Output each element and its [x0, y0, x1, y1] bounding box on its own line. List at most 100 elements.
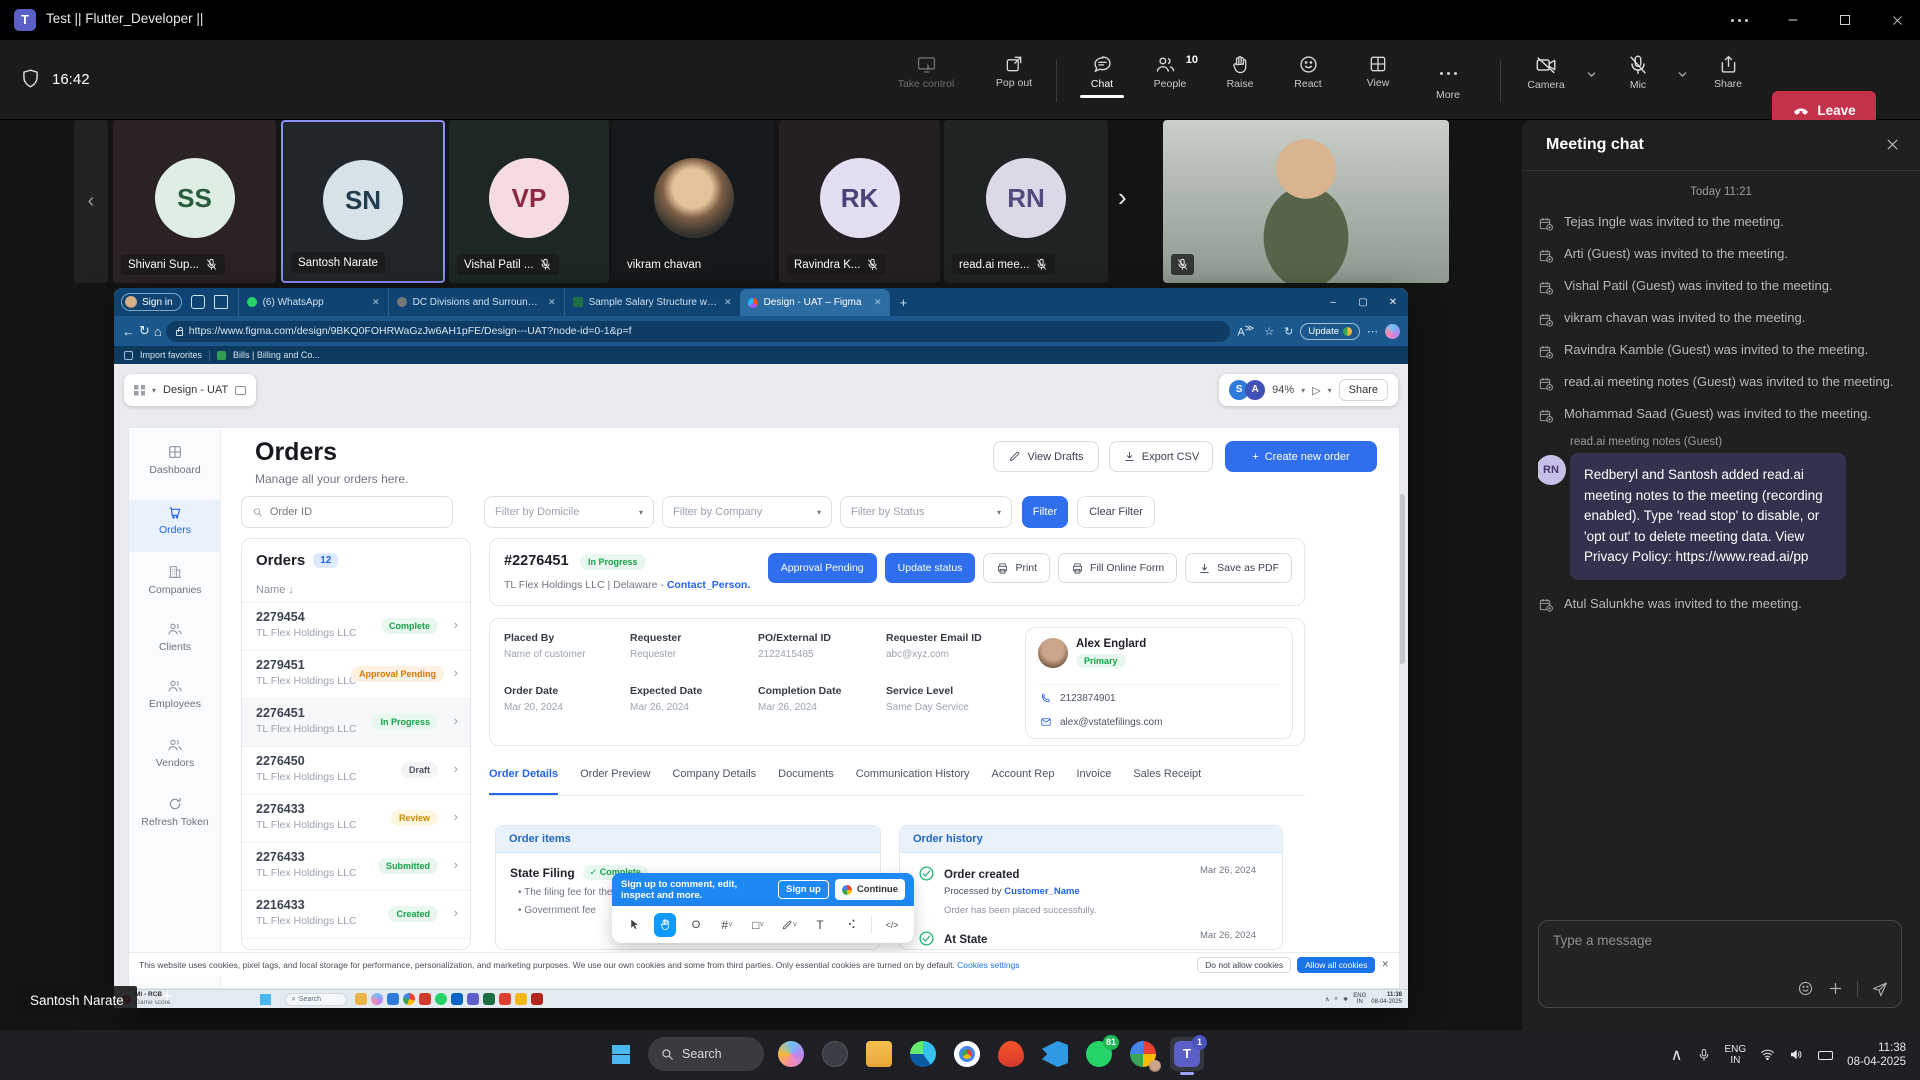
send-message-icon[interactable]: [1871, 980, 1889, 998]
participant-tile[interactable]: RK Ravindra K...: [779, 120, 940, 283]
sidebar-item-companies[interactable]: Companies: [129, 564, 221, 596]
export-csv-button[interactable]: Export CSV: [1109, 441, 1213, 472]
tray-volume-icon[interactable]: [1789, 1046, 1804, 1064]
camera-button[interactable]: Camera: [1516, 54, 1576, 91]
taskbar-profile-icon[interactable]: [1126, 1037, 1160, 1071]
column-header-name[interactable]: Name ↓: [242, 578, 470, 603]
sidebar-item-employees[interactable]: Employees: [129, 678, 221, 710]
chat-close-icon[interactable]: [1885, 136, 1900, 154]
order-row[interactable]: 2279454TL Flex Holdings LLCComplete›: [242, 603, 470, 651]
layout-icon[interactable]: [235, 386, 246, 395]
browser-maximize-button[interactable]: ▢: [1348, 297, 1378, 308]
browser-tab-active[interactable]: Design - UAT – Figma✕: [740, 289, 890, 316]
take-control-button[interactable]: Take control: [896, 54, 956, 90]
shared-taskbar-icon[interactable]: [515, 993, 527, 1005]
tab-invoice[interactable]: Invoice: [1076, 768, 1111, 795]
approval-pending-button[interactable]: Approval Pending: [768, 553, 877, 583]
shape-tool-icon[interactable]: □˅: [747, 913, 769, 937]
figma-menu-icon[interactable]: [134, 385, 145, 396]
tray-battery-icon[interactable]: [1818, 1051, 1833, 1060]
contact-person-link[interactable]: Contact_Person.: [667, 579, 750, 591]
text-tool-icon[interactable]: T: [809, 913, 831, 937]
signup-button[interactable]: Sign up: [778, 880, 829, 899]
taskbar-chrome-icon[interactable]: [950, 1037, 984, 1071]
tab-communication-history[interactable]: Communication History: [856, 768, 970, 795]
tray-mic-icon[interactable]: [1697, 1046, 1711, 1064]
participant-tile[interactable]: vikram chavan: [612, 120, 775, 283]
taskbar-search-box[interactable]: Search: [648, 1037, 764, 1071]
participant-tile[interactable]: SN Santosh Narate: [281, 120, 445, 283]
shared-taskbar-icon[interactable]: [355, 993, 367, 1005]
update-status-button[interactable]: Update status: [885, 553, 976, 583]
language-indicator[interactable]: ENGIN: [1725, 1044, 1747, 1066]
fill-online-form-button[interactable]: Fill Online Form: [1058, 553, 1177, 583]
tab-account-rep[interactable]: Account Rep: [992, 768, 1055, 795]
mic-button[interactable]: Mic: [1608, 54, 1668, 91]
favorite-star-icon[interactable]: ☆: [1264, 325, 1274, 338]
tab-close-icon[interactable]: ✕: [548, 297, 556, 308]
tab-order-details[interactable]: Order Details: [489, 768, 558, 795]
order-row[interactable]: 2216433TL Flex Holdings LLCCreated›: [242, 891, 470, 939]
participant-tile[interactable]: SS Shivani Sup...: [113, 120, 276, 283]
shared-taskbar-icon[interactable]: [403, 993, 415, 1005]
filmstrip-next-button[interactable]: ›: [1118, 182, 1127, 213]
contact-phone[interactable]: 2123874901: [1060, 693, 1116, 704]
tray-wifi-icon[interactable]: [1760, 1046, 1775, 1064]
order-id-input[interactable]: [270, 506, 442, 518]
attach-plus-icon[interactable]: [1827, 980, 1844, 998]
taskbar-app-icon[interactable]: [818, 1037, 852, 1071]
filter-status-select[interactable]: Filter by Status▾: [840, 496, 1012, 528]
tab-close-icon[interactable]: ✕: [372, 297, 380, 308]
chat-message[interactable]: RN Redberyl and Santosh added read.ai me…: [1570, 453, 1904, 580]
order-row[interactable]: 2276433TL Flex Holdings LLCSubmitted›: [242, 843, 470, 891]
browser-tab[interactable]: Sample Salary Structure with calc✕: [564, 288, 740, 316]
browser-close-button[interactable]: ✕: [1378, 297, 1408, 308]
deny-cookies-button[interactable]: Do not allow cookies: [1197, 957, 1291, 973]
window-close-button[interactable]: [1874, 0, 1920, 40]
browser-update-button[interactable]: Update: [1300, 323, 1360, 340]
order-row[interactable]: 2279451TL Flex Holdings LLCApproval Pend…: [242, 651, 470, 699]
sidebar-item-refresh-token[interactable]: Refresh Token: [129, 796, 221, 828]
present-icon[interactable]: ▷: [1312, 384, 1320, 397]
view-drafts-button[interactable]: View Drafts: [993, 441, 1099, 472]
participant-tile[interactable]: RN read.ai mee...: [944, 120, 1108, 283]
back-icon[interactable]: ←: [122, 324, 135, 339]
sidebar-item-dashboard[interactable]: Dashboard: [129, 444, 221, 476]
shared-taskbar-icon[interactable]: [451, 993, 463, 1005]
workspaces-icon[interactable]: [191, 295, 205, 309]
taskbar-copilot-icon[interactable]: [774, 1037, 808, 1071]
figma-share-button[interactable]: Share: [1339, 379, 1388, 401]
camera-options-chevron-icon[interactable]: [1585, 66, 1598, 84]
filter-company-select[interactable]: Filter by Company▾: [662, 496, 832, 528]
allow-cookies-button[interactable]: Allow all cookies: [1297, 957, 1375, 973]
shared-taskbar-icon[interactable]: [435, 993, 447, 1005]
participant-tile-video[interactable]: [1163, 120, 1449, 283]
history-icon[interactable]: ↻: [1284, 325, 1293, 338]
filter-apply-button[interactable]: Filter: [1022, 496, 1068, 528]
share-button[interactable]: Share: [1698, 54, 1758, 90]
contact-email[interactable]: alex@vstatefilings.com: [1060, 717, 1162, 728]
browser-tab[interactable]: (6) WhatsApp✕: [238, 288, 388, 316]
order-row[interactable]: 2276450TL Flex Holdings LLCDraft›: [242, 747, 470, 795]
shared-taskbar-icon[interactable]: [387, 993, 399, 1005]
address-bar[interactable]: https://www.figma.com/design/9BKQ0FOHRWa…: [166, 321, 1231, 342]
shared-start-icon[interactable]: [260, 994, 271, 1005]
order-row[interactable]: 2276433TL Flex Holdings LLCReview›: [242, 795, 470, 843]
scale-tool-icon[interactable]: O: [685, 913, 707, 937]
window-minimize-button[interactable]: –: [1770, 0, 1816, 40]
resources-tool-icon[interactable]: ⠪: [840, 913, 862, 937]
import-favorites-link[interactable]: Import favorites: [140, 350, 202, 360]
more-button[interactable]: More: [1418, 54, 1478, 101]
move-tool-icon[interactable]: [623, 913, 645, 937]
google-continue-button[interactable]: Continue: [835, 879, 905, 900]
dev-mode-toggle-icon[interactable]: </>: [881, 913, 903, 937]
shared-taskbar-icon[interactable]: [499, 993, 511, 1005]
raise-hand-button[interactable]: Raise: [1210, 54, 1270, 90]
figma-doc-pill[interactable]: ▾ Design - UAT: [124, 374, 256, 406]
shared-taskbar-icon[interactable]: [531, 993, 543, 1005]
hand-tool-icon[interactable]: [654, 913, 676, 937]
filmstrip-prev-button[interactable]: ‹: [74, 120, 108, 283]
participant-tile[interactable]: VP Vishal Patil ...: [449, 120, 609, 283]
tab-actions-icon[interactable]: [214, 295, 228, 309]
taskbar-clock[interactable]: 11:3808-04-2025: [1847, 1041, 1906, 1069]
